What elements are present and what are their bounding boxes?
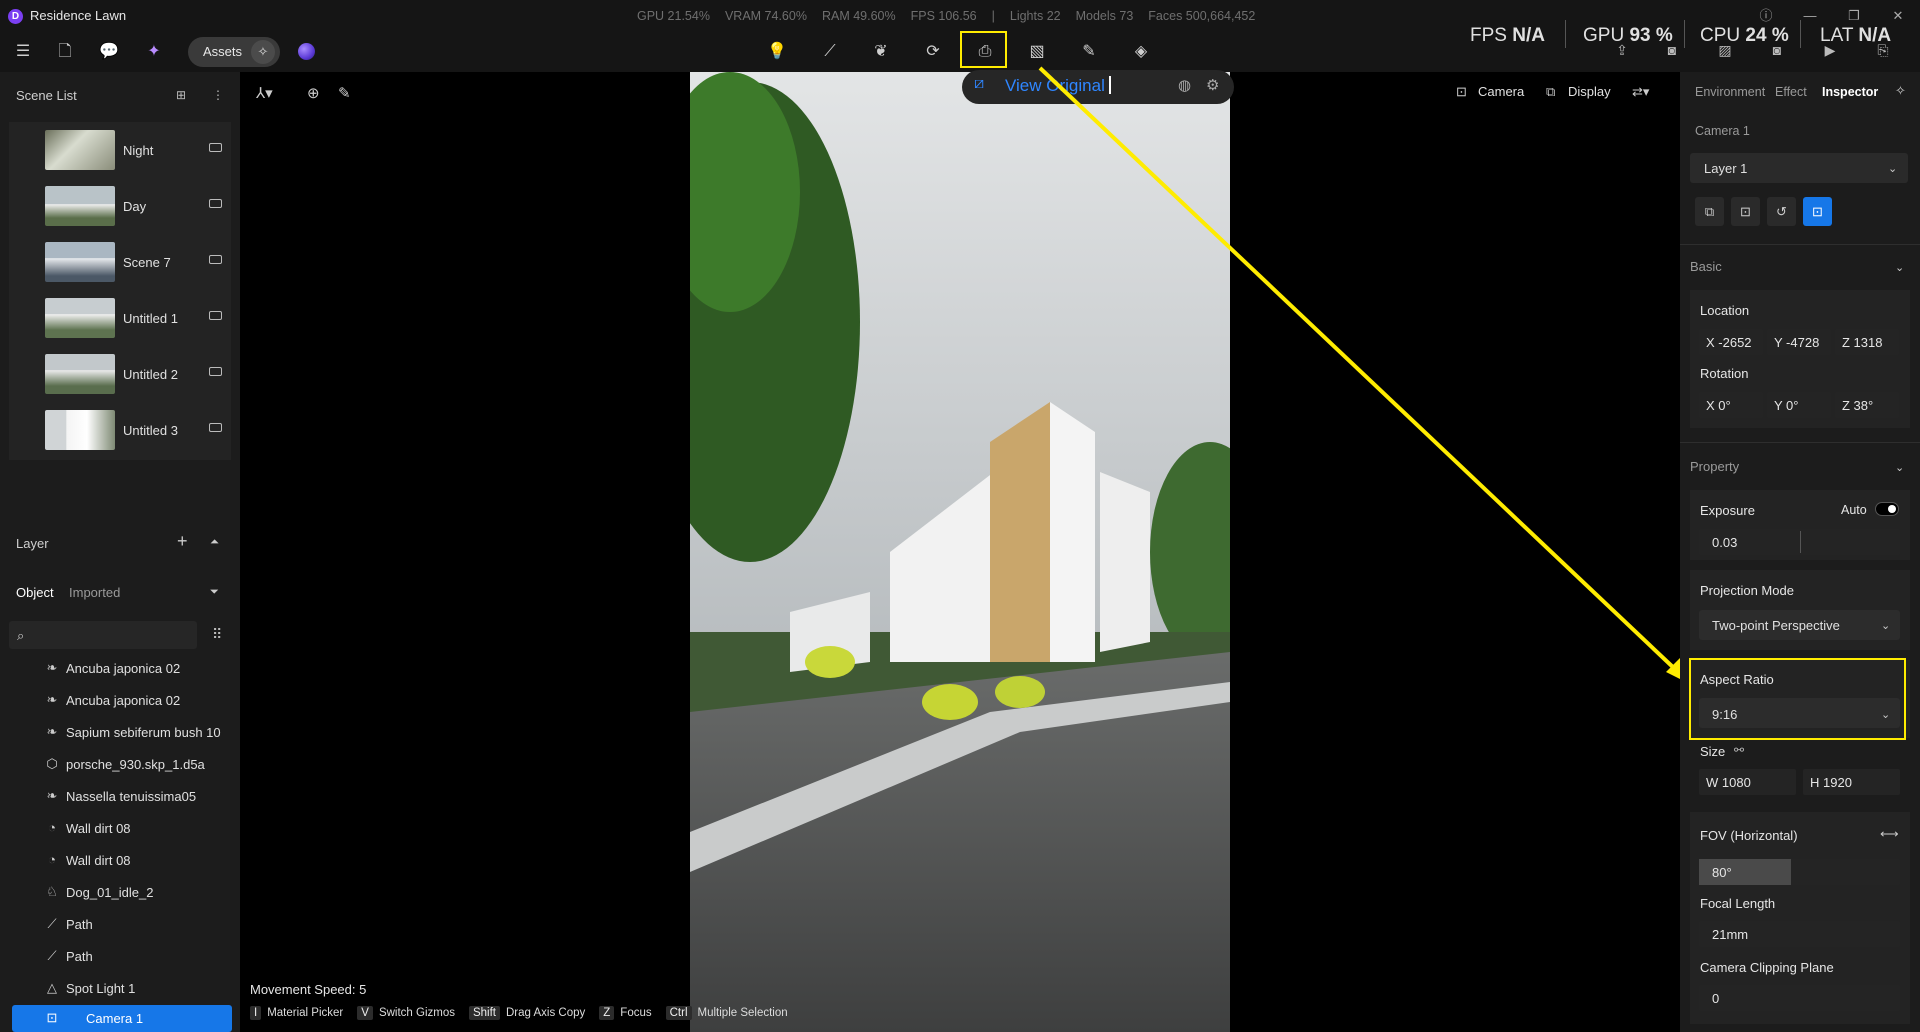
property-section-title[interactable]: Property [1690, 459, 1739, 474]
auto-toggle[interactable] [1875, 502, 1899, 516]
exposure-label: Exposure [1700, 503, 1755, 518]
display-icon[interactable]: ⧉ [1546, 84, 1555, 100]
rotation-label: Rotation [1700, 366, 1749, 381]
clipping-plane-field[interactable] [1699, 985, 1900, 1011]
shortcut-text: Multiple Selection [697, 1007, 788, 1019]
shortcut-key: Z [599, 1006, 615, 1020]
chevron-down-icon[interactable]: ⌄ [1895, 261, 1904, 274]
chevron-down-icon: ⌄ [1888, 163, 1898, 175]
shortcut-text: Material Picker [267, 1007, 344, 1019]
copy-icon[interactable]: ⧉ [1695, 197, 1724, 226]
slider-handle[interactable] [1800, 531, 1801, 553]
shortcut-text: Focus [620, 1007, 652, 1019]
shortcut-key: V [357, 1006, 373, 1020]
reset-icon[interactable]: ↺ [1767, 197, 1796, 226]
shortcut-key: I [250, 1006, 262, 1020]
shortcut-key: Shift [468, 1006, 500, 1020]
focal-length-label: Focal Length [1700, 896, 1776, 911]
location-y-value: Y -4728 [1774, 335, 1820, 350]
size-label: Size [1700, 744, 1726, 759]
exposure-value: 0.03 [1712, 535, 1738, 550]
location-x-value: X -2652 [1706, 335, 1752, 350]
fov-value: 80° [1712, 865, 1732, 880]
divider [1680, 442, 1920, 443]
movement-speed: Movement Speed: 5 [250, 982, 367, 997]
tab-inspector[interactable]: Inspector [1822, 85, 1878, 99]
shortcut-key: Ctrl [665, 1006, 692, 1020]
shortcut-text: Switch Gizmos [378, 1007, 455, 1019]
chevron-down-icon[interactable]: ⌄ [1895, 461, 1904, 474]
rotation-y-value: Y 0° [1774, 398, 1799, 413]
clipping-plane-label: Camera Clipping Plane [1700, 960, 1834, 975]
chevron-down-icon: ⌄ [1881, 620, 1891, 632]
unlink-icon[interactable]: ⚯ [1734, 743, 1744, 757]
rotation-x-value: X 0° [1706, 398, 1731, 413]
location-z-value: Z 1318 [1842, 335, 1883, 350]
fov-label: FOV (Horizontal) [1700, 828, 1798, 843]
projection-label: Projection Mode [1700, 583, 1794, 598]
auto-label: Auto [1841, 503, 1867, 517]
divider [1680, 244, 1920, 245]
active-camera-icon[interactable]: ⊡ [1803, 197, 1832, 226]
screen-toggle-icon[interactable]: ⇄▾ [1632, 84, 1649, 100]
size-height-value: H 1920 [1810, 775, 1852, 790]
annotation-arrow [1038, 66, 1690, 684]
focus-icon[interactable]: ⊡ [1731, 197, 1760, 226]
tab-environment[interactable]: Environment [1695, 85, 1765, 99]
projection-select-value: Two-point Perspective [1712, 618, 1840, 633]
shortcut-text: Drag Axis Copy [506, 1007, 586, 1019]
basic-section-title[interactable]: Basic [1690, 259, 1722, 274]
highlight-box-aspect-ratio [1689, 658, 1906, 740]
clipping-plane-value: 0 [1712, 991, 1720, 1006]
shortcut-hints: I Material Picker V Switch Gizmos Shift Drag … [250, 1006, 802, 1020]
sparkle-icon[interactable]: ✧ [1895, 83, 1906, 99]
focal-length-value: 21mm [1712, 927, 1749, 942]
location-label: Location [1700, 303, 1750, 318]
layer-select-value: Layer 1 [1704, 161, 1748, 176]
camera-view-icon[interactable]: ⊡ [1456, 84, 1467, 100]
size-width-value: W 1080 [1706, 775, 1751, 790]
camera-button[interactable]: Camera [1478, 84, 1524, 99]
tab-effect[interactable]: Effect [1775, 85, 1807, 99]
camera-name: Camera 1 [1695, 124, 1750, 138]
fov-direction-icon[interactable]: ⟷ [1880, 826, 1899, 842]
rotation-z-value: Z 38° [1842, 398, 1874, 413]
display-button[interactable]: Display [1568, 84, 1611, 99]
